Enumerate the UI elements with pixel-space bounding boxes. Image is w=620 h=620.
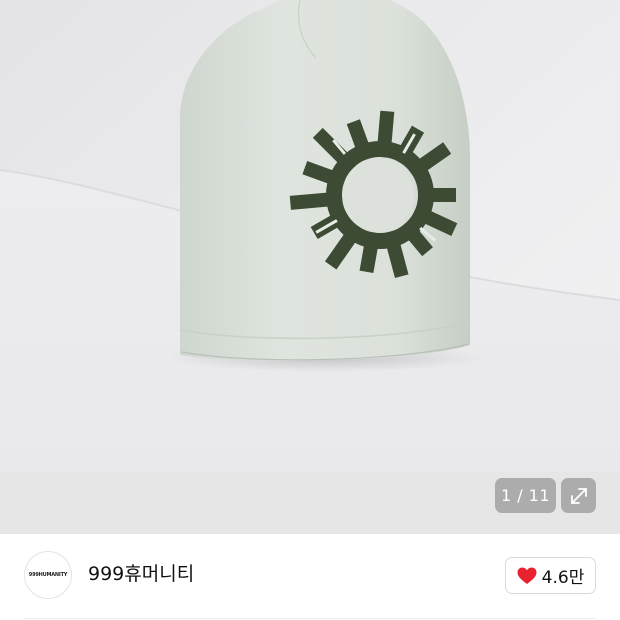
expand-arrows-icon <box>570 487 587 504</box>
product-image[interactable] <box>0 0 620 534</box>
product-image-gallery[interactable]: 1 / 11 <box>0 0 620 534</box>
heart-icon <box>517 567 537 584</box>
brand-name[interactable]: 999휴머니티 <box>88 562 194 586</box>
image-counter: 1 / 11 <box>495 478 556 513</box>
like-count: 4.6만 <box>541 568 585 588</box>
like-button[interactable]: 4.6만 <box>505 557 596 594</box>
brand-logo-text: 999HUMANITY <box>28 572 68 578</box>
brand-row: 999HUMANITY 999휴머니티 4.6만 <box>0 534 620 620</box>
divider <box>24 618 596 619</box>
brand-logo[interactable]: 999HUMANITY <box>24 551 72 599</box>
expand-button[interactable] <box>561 478 596 513</box>
